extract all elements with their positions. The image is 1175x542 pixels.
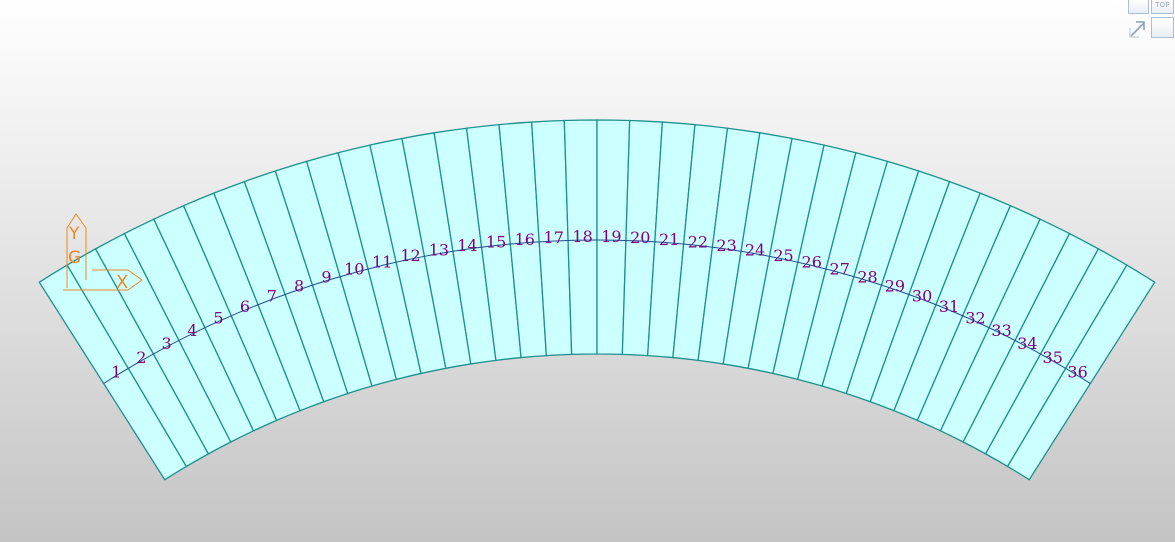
segment-label: 34 xyxy=(1017,334,1037,353)
segment-label: 23 xyxy=(716,236,736,255)
segment-label: 14 xyxy=(457,236,477,255)
curved-bridge-model[interactable]: 12345678 9 10 11 12 13 14 15 16 17 18 19 20 21 22 23 24 2… xyxy=(0,0,1175,542)
segment-label: 22 xyxy=(688,233,708,252)
view-cube-face-top[interactable]: TOP xyxy=(1151,0,1174,14)
segment-label: 4 xyxy=(187,321,197,340)
segment-label: 27 xyxy=(830,260,850,279)
view-cube[interactable]: TOP xyxy=(1124,0,1175,40)
segment-label: 20 xyxy=(630,228,650,247)
segment-label: 29 xyxy=(885,277,905,296)
segment-label: 30 xyxy=(912,286,932,305)
segment-label: 1 xyxy=(111,363,121,382)
view-cube-face-front[interactable] xyxy=(1151,17,1174,38)
segment-label: 24 xyxy=(745,241,765,260)
segment-label: 13 xyxy=(429,241,449,260)
segment-label: 21 xyxy=(659,230,679,249)
segment-label: 2 xyxy=(136,348,146,367)
segment-label: 33 xyxy=(991,321,1011,340)
segment-label: 19 xyxy=(601,227,621,246)
segment-label: 18 xyxy=(572,227,592,246)
segment-label: 6 xyxy=(240,297,250,316)
rotate-arrow-icon[interactable] xyxy=(1127,17,1149,39)
model-viewport[interactable]: 1 2 3 4 5 6 7 8 9 10 11 12 13 14 15 16 17 18 19 20 21 22 23 24 2… xyxy=(0,0,1175,542)
segment-label: 10 xyxy=(344,260,364,279)
segment-label: 11 xyxy=(372,252,392,271)
segment-label: 32 xyxy=(965,309,985,328)
segment-label: 7 xyxy=(267,286,277,305)
segment-label: 35 xyxy=(1043,348,1063,367)
segment-label: 8 xyxy=(294,277,304,296)
ucs-x-label: X xyxy=(116,272,128,293)
segment-label: 12 xyxy=(400,246,420,265)
deck-segments xyxy=(38,119,1156,481)
segment-label: 5 xyxy=(213,309,223,328)
segment-label: 17 xyxy=(544,228,564,247)
segment-label: 28 xyxy=(857,268,877,287)
segment-label: 16 xyxy=(515,230,535,249)
ucs-y-label: Y xyxy=(68,224,80,244)
segment-label: 25 xyxy=(773,246,793,265)
segment-label: 36 xyxy=(1067,363,1087,382)
segment-label: 9 xyxy=(321,268,331,287)
segment-label: 15 xyxy=(486,233,506,252)
segment-label: 3 xyxy=(162,334,172,353)
segment-label: 26 xyxy=(802,252,822,271)
segment-label: 31 xyxy=(939,297,959,316)
ucs-origin-label: G xyxy=(68,248,81,268)
view-cube-top-label: TOP xyxy=(1155,1,1170,9)
view-cube-face-left[interactable] xyxy=(1128,0,1149,14)
